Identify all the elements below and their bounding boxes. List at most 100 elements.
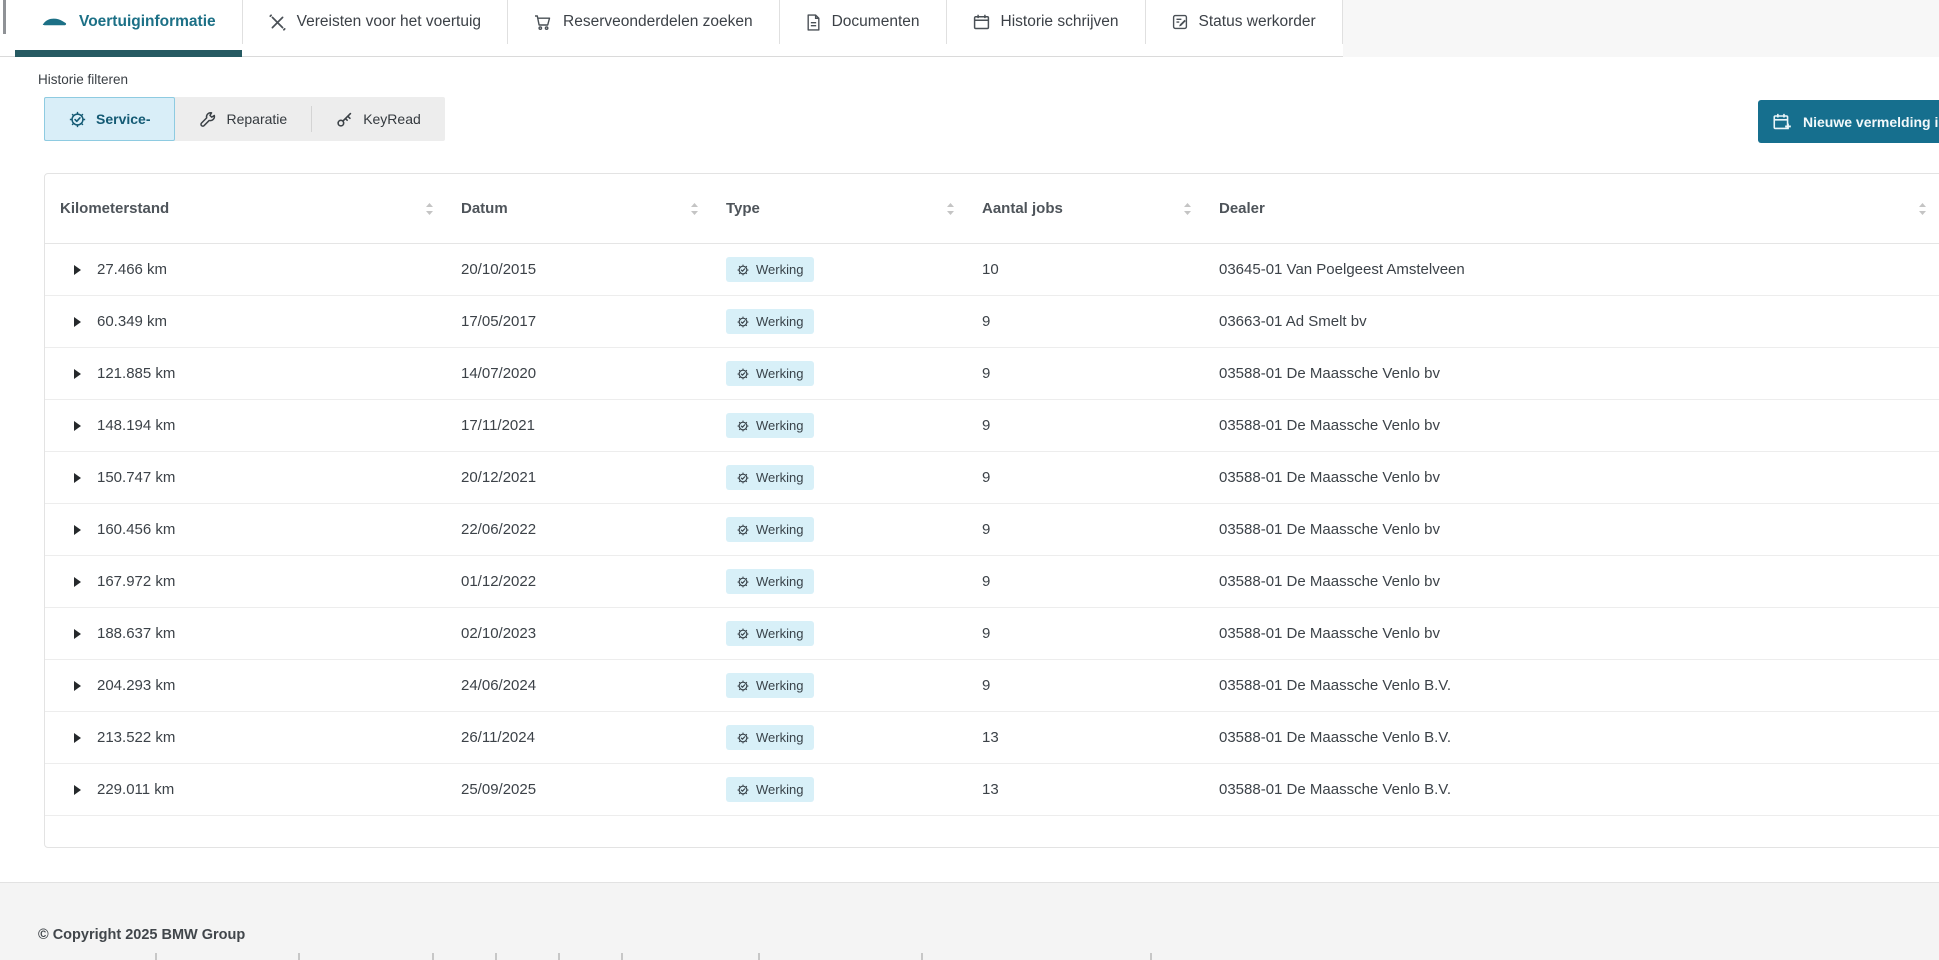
datum-value: 02/10/2023: [461, 625, 537, 642]
type-value: Werking: [756, 626, 804, 641]
sort-icon[interactable]: [1183, 202, 1192, 216]
type-badge: Werking: [726, 465, 815, 490]
new-entry-label: Nieuwe vermelding i: [1803, 113, 1939, 130]
gear-icon: [737, 368, 749, 380]
kilometerstand-value: 229.011 km: [97, 781, 175, 798]
sort-icon[interactable]: [946, 202, 955, 216]
expand-row-icon[interactable]: [74, 368, 81, 379]
table-row[interactable]: 167.972 km 01/12/2022 Werking 9 03588-01…: [45, 556, 1939, 608]
kilometerstand-value: 150.747 km: [97, 469, 176, 486]
column-header-dealer[interactable]: Dealer: [1204, 200, 1939, 217]
expand-row-icon[interactable]: [74, 264, 81, 275]
tab-label: Documenten: [831, 13, 920, 30]
copyright-text: © Copyright 2025 BMW Group: [38, 927, 246, 943]
footer-separator: [298, 953, 300, 960]
tab-documenten[interactable]: Documenten: [779, 0, 947, 44]
tab-label: Reserveonderdelen zoeken: [563, 13, 753, 30]
expand-row-icon[interactable]: [74, 680, 81, 691]
column-header-aantal-jobs[interactable]: Aantal jobs: [967, 200, 1204, 217]
column-header-datum[interactable]: Datum: [446, 200, 711, 217]
datum-value: 17/05/2017: [461, 313, 537, 330]
column-header-type[interactable]: Type: [711, 200, 967, 217]
filter-service-button[interactable]: Service-: [44, 97, 176, 141]
type-badge: Werking: [726, 309, 815, 334]
tab-label: Vereisten voor het voertuig: [296, 13, 482, 30]
sort-icon[interactable]: [425, 202, 434, 216]
calendar-plus-icon: [1773, 113, 1792, 131]
type-value: Werking: [756, 730, 804, 745]
crossed-tools-icon: [269, 13, 286, 31]
gear-icon: [737, 472, 749, 484]
datum-value: 24/06/2024: [461, 677, 537, 694]
jobs-value: 9: [982, 573, 991, 590]
datum-value: 20/12/2021: [461, 469, 537, 486]
kilometerstand-value: 160.456 km: [97, 521, 176, 538]
jobs-value: 9: [982, 417, 991, 434]
jobs-value: 10: [982, 261, 999, 278]
tab-reserveonderdelen-zoeken[interactable]: Reserveonderdelen zoeken: [508, 0, 780, 44]
footer-separator: [155, 953, 157, 960]
dealer-value: 03588-01 De Maassche Venlo bv: [1219, 417, 1440, 434]
expand-row-icon[interactable]: [74, 316, 81, 327]
jobs-value: 9: [982, 469, 991, 486]
tab-historie-schrijven[interactable]: Historie schrijven: [946, 0, 1146, 44]
key-icon: [336, 111, 353, 128]
gear-icon: [737, 732, 749, 744]
table-row[interactable]: 204.293 km 24/06/2024 Werking 9 03588-01…: [45, 660, 1939, 712]
expand-row-icon[interactable]: [74, 420, 81, 431]
expand-row-icon[interactable]: [74, 732, 81, 743]
tab-vereisten-voor-het-voertuig[interactable]: Vereisten voor het voertuig: [242, 0, 509, 44]
table-header-row: Kilometerstand Datum Type Aantal jobs De…: [45, 174, 1939, 244]
gear-icon: [737, 628, 749, 640]
tab-status-werkorder[interactable]: Status werkorder: [1145, 0, 1343, 44]
tab-voertuiginformatie[interactable]: Voertuiginformatie: [15, 0, 243, 57]
type-badge: Werking: [726, 673, 815, 698]
type-badge: Werking: [726, 257, 815, 282]
expand-row-icon[interactable]: [74, 784, 81, 795]
table-row[interactable]: 229.011 km 25/09/2025 Werking 13 03588-0…: [45, 764, 1939, 816]
gear-icon: [737, 784, 749, 796]
filter-keyread-button[interactable]: KeyRead: [312, 97, 445, 141]
column-label: Datum: [461, 200, 508, 217]
tab-label: Status werkorder: [1198, 13, 1316, 30]
table-row[interactable]: 27.466 km 20/10/2015 Werking 10 03645-01…: [45, 244, 1939, 296]
table-row[interactable]: 121.885 km 14/07/2020 Werking 9 03588-01…: [45, 348, 1939, 400]
type-value: Werking: [756, 470, 804, 485]
expand-row-icon[interactable]: [74, 628, 81, 639]
table-row[interactable]: 213.522 km 26/11/2024 Werking 13 03588-0…: [45, 712, 1939, 764]
left-edge-mark: [3, 0, 6, 34]
type-value: Werking: [756, 314, 804, 329]
filter-label: Service-: [96, 111, 151, 127]
table-row[interactable]: 188.637 km 02/10/2023 Werking 9 03588-01…: [45, 608, 1939, 660]
expand-row-icon[interactable]: [74, 524, 81, 535]
type-value: Werking: [756, 522, 804, 537]
sort-icon[interactable]: [690, 202, 699, 216]
type-value: Werking: [756, 366, 804, 381]
jobs-value: 9: [982, 313, 991, 330]
kilometerstand-value: 121.885 km: [97, 365, 176, 382]
table-row[interactable]: 148.194 km 17/11/2021 Werking 9 03588-01…: [45, 400, 1939, 452]
expand-row-icon[interactable]: [74, 472, 81, 483]
table-row[interactable]: 150.747 km 20/12/2021 Werking 9 03588-01…: [45, 452, 1939, 504]
dealer-value: 03663-01 Ad Smelt bv: [1219, 313, 1367, 330]
table-row[interactable]: 60.349 km 17/05/2017 Werking 9 03663-01 …: [45, 296, 1939, 348]
sort-icon[interactable]: [1918, 202, 1927, 216]
gear-icon: [737, 316, 749, 328]
table-row[interactable]: 160.456 km 22/06/2022 Werking 9 03588-01…: [45, 504, 1939, 556]
filter-reparatie-button[interactable]: Reparatie: [175, 97, 311, 141]
jobs-value: 13: [982, 781, 999, 798]
datum-value: 01/12/2022: [461, 573, 537, 590]
kilometerstand-value: 148.194 km: [97, 417, 176, 434]
new-entry-button[interactable]: Nieuwe vermelding i: [1758, 100, 1939, 143]
wrench-icon: [199, 111, 216, 128]
column-header-kilometerstand[interactable]: Kilometerstand: [45, 200, 446, 217]
kilometerstand-value: 167.972 km: [97, 573, 176, 590]
expand-row-icon[interactable]: [74, 576, 81, 587]
jobs-value: 9: [982, 625, 991, 642]
tab-label: Voertuiginformatie: [79, 13, 216, 30]
type-badge: Werking: [726, 777, 815, 802]
datum-value: 25/09/2025: [461, 781, 537, 798]
kilometerstand-value: 27.466 km: [97, 261, 168, 278]
footer-separator: [621, 953, 623, 960]
history-table: Kilometerstand Datum Type Aantal jobs De…: [44, 173, 1939, 848]
